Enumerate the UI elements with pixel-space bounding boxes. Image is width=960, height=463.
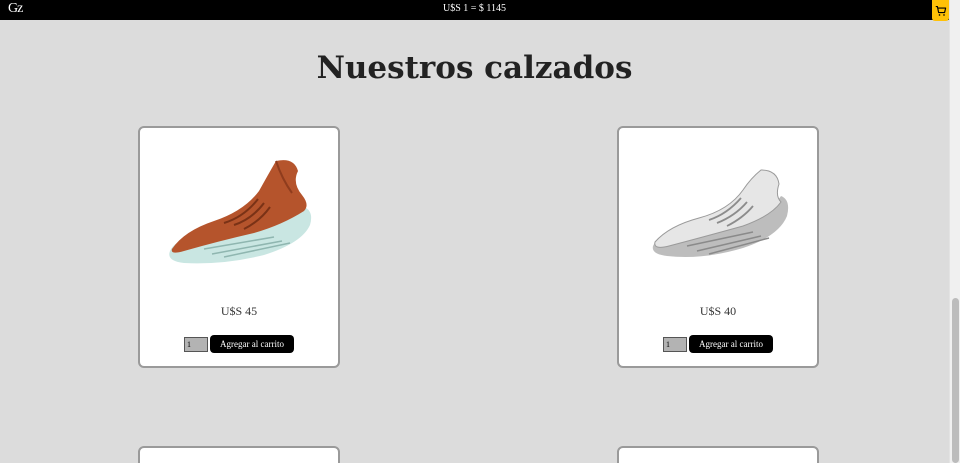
cart-button[interactable] xyxy=(932,0,949,21)
white-sneaker-image xyxy=(652,169,789,257)
quantity-input[interactable] xyxy=(663,336,688,352)
page-title: Nuestros calzados xyxy=(316,50,633,86)
product-controls: Agregar al carrito xyxy=(140,335,338,353)
cart-icon xyxy=(935,5,946,16)
product-image xyxy=(140,146,338,276)
product-card: U$S 40 Agregar al carrito xyxy=(617,126,819,368)
add-to-cart-button[interactable]: Agregar al carrito xyxy=(210,335,294,353)
scrollbar-thumb[interactable] xyxy=(952,298,959,463)
add-to-cart-button[interactable]: Agregar al carrito xyxy=(689,335,773,353)
product-price: U$S 45 xyxy=(220,304,258,318)
product-controls: Agregar al carrito xyxy=(619,335,817,353)
product-image xyxy=(619,146,817,276)
exchange-rate: U$S 1 = $ 1145 xyxy=(442,3,507,14)
scrollbar[interactable] xyxy=(949,0,960,463)
product-card xyxy=(617,446,819,463)
top-bar: Gz U$S 1 = $ 1145 xyxy=(0,0,949,20)
product-price: U$S 40 xyxy=(699,304,737,318)
orange-sneaker-image xyxy=(169,160,312,264)
product-card xyxy=(138,446,340,463)
product-card: U$S 45 Agregar al carrito xyxy=(138,126,340,368)
quantity-input[interactable] xyxy=(184,336,209,352)
